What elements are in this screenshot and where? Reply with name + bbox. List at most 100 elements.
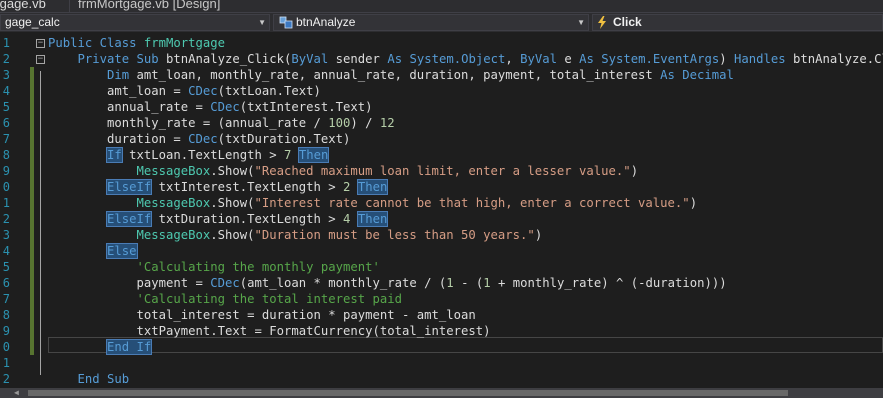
change-marker (30, 67, 34, 355)
line-number: 7 (2, 132, 10, 146)
code-line[interactable]: txtPayment.Text = FormatCurrency(total_i… (48, 323, 491, 339)
number-token: 12 (379, 116, 395, 130)
code-token: (amt_loan * monthly_rate / ( (239, 276, 447, 290)
keyword-token: CDec (210, 100, 240, 114)
line-number: 3 (2, 228, 10, 242)
code-token: txtInterest.TextLength > (151, 180, 344, 194)
line-number: 2 (2, 212, 10, 226)
string-token: "Reached maximum loan limit, enter a les… (254, 164, 631, 178)
code-token: amt_loan = (48, 84, 189, 98)
comment-token: 'Calculating the monthly payment' (136, 260, 380, 274)
collapse-toggle-icon[interactable]: − (36, 55, 45, 64)
code-line[interactable]: Public Class frmMortgage (48, 35, 225, 51)
code-line[interactable]: MessageBox.Show("Interest rate cannot be… (48, 195, 698, 211)
code-line[interactable]: annual_rate = CDec(txtInterest.Text) (48, 99, 373, 115)
line-number: 6 (2, 276, 10, 290)
code-token: + monthly_rate) ^ (-duration))) (490, 276, 727, 290)
line-number: 8 (2, 148, 10, 162)
collapse-toggle-icon[interactable]: − (36, 39, 45, 48)
horizontal-scrollbar[interactable]: ◀ (0, 388, 883, 398)
object-cube-icon (279, 16, 293, 29)
code-line[interactable]: ElseIf txtDuration.TextLength > 4 Then (48, 211, 389, 227)
type-token: MessageBox (136, 196, 211, 210)
line-number: 5 (2, 260, 10, 274)
code-line[interactable]: monthly_rate = (annual_rate / 100) / 12 (48, 115, 395, 131)
project-dropdown[interactable]: gage_calc ▼ (0, 14, 270, 31)
number-token: 100 (328, 116, 351, 130)
code-token: (txtInterest.Text) (239, 100, 373, 114)
code-token: .Show( (210, 164, 255, 178)
event-dropdown-value: Click (613, 15, 642, 29)
keyword-token: Private Sub (48, 52, 167, 66)
line-number: 3 (2, 68, 10, 82)
type-token: MessageBox (136, 228, 211, 242)
code-line[interactable]: amt_loan = CDec(txtLoan.Text) (48, 83, 321, 99)
line-number: 9 (2, 164, 10, 178)
code-line[interactable]: End If (48, 339, 153, 355)
line-number: 1 (2, 36, 10, 50)
code-line[interactable]: End Sub (48, 371, 130, 387)
code-token: , (505, 52, 521, 66)
highlighted-keyword-token: ElseIf (106, 179, 153, 195)
keyword-token: As System.EventArgs (579, 52, 720, 66)
highlighted-keyword-token: Else (106, 243, 138, 259)
object-dropdown[interactable]: btnAnalyze ▼ (273, 14, 589, 31)
line-number: 7 (2, 292, 10, 306)
tab-mortgage-vb[interactable]: tgage.vb (0, 0, 46, 12)
code-line[interactable]: Private Sub btnAnalyze_Click(ByVal sende… (48, 51, 883, 67)
line-number: 5 (2, 100, 10, 114)
code-token: - ( (453, 276, 484, 290)
code-token: amt_loan, monthly_rate, annual_rate, dur… (129, 68, 661, 82)
string-token: "Interest rate cannot be that high, ente… (254, 196, 690, 210)
document-tab-strip: tgage.vb frmMortgage.vb [Design] (0, 0, 883, 12)
line-number: 1 (2, 196, 10, 210)
fold-guide-line (40, 71, 41, 375)
lightning-bolt-icon (598, 16, 606, 29)
code-token: .Show( (210, 196, 255, 210)
code-token: txtDuration.TextLength > (151, 212, 344, 226)
code-token: ) (630, 164, 639, 178)
highlighted-keyword-token: Then (297, 147, 330, 163)
code-line[interactable]: duration = CDec(txtDuration.Text) (48, 131, 350, 147)
event-dropdown[interactable]: Click (592, 14, 883, 31)
type-token: frmMortgage (143, 36, 226, 50)
highlighted-keyword-token: Then (356, 211, 389, 227)
code-token: sender (328, 52, 388, 66)
code-line[interactable]: MessageBox.Show("Reached maximum loan li… (48, 163, 639, 179)
chevron-down-icon: ▼ (577, 18, 585, 27)
navigation-bar: gage_calc ▼ btnAnalyze ▼ Click (0, 12, 883, 32)
keyword-token: ByVal (291, 52, 329, 66)
code-token: (txtDuration.Text) (217, 132, 351, 146)
keyword-token: CDec (188, 84, 218, 98)
scroll-left-icon[interactable]: ◀ (14, 388, 19, 398)
line-number: 2 (2, 52, 10, 66)
scrollbar-thumb[interactable] (28, 390, 788, 396)
code-line[interactable]: MessageBox.Show("Duration must be less t… (48, 227, 543, 243)
code-editor[interactable]: 1 2 3 4 5 6 7 8 9 0 1 2 3 4 5 6 7 8 9 0 1 2− − Public Class fr… (0, 32, 883, 388)
highlighted-keyword-token: ElseIf (106, 211, 153, 227)
code-line[interactable]: total_interest = duration * payment - am… (48, 307, 476, 323)
code-line[interactable]: ElseIf txtInterest.TextLength > 2 Then (48, 179, 389, 195)
code-line[interactable]: Dim amt_loan, monthly_rate, annual_rate,… (48, 67, 734, 83)
line-number: 9 (2, 324, 10, 338)
code-line[interactable]: 'Calculating the monthly payment' (48, 259, 380, 275)
chevron-down-icon: ▼ (258, 18, 266, 27)
code-line[interactable]: payment = CDec(amt_loan * monthly_rate /… (48, 275, 727, 291)
keyword-token: As System.Object (387, 52, 506, 66)
code-line[interactable]: If txtLoan.TextLength > 7 Then (48, 147, 330, 163)
code-token: ) / (350, 116, 380, 130)
line-number: 6 (2, 116, 10, 130)
highlighted-keyword-token: If (106, 147, 123, 163)
code-line[interactable]: 'Calculating the total interest paid (48, 291, 403, 307)
code-line[interactable]: Else (48, 243, 138, 259)
line-number: 0 (2, 340, 10, 354)
tab-frmmortgage-design[interactable]: frmMortgage.vb [Design] (78, 0, 220, 12)
